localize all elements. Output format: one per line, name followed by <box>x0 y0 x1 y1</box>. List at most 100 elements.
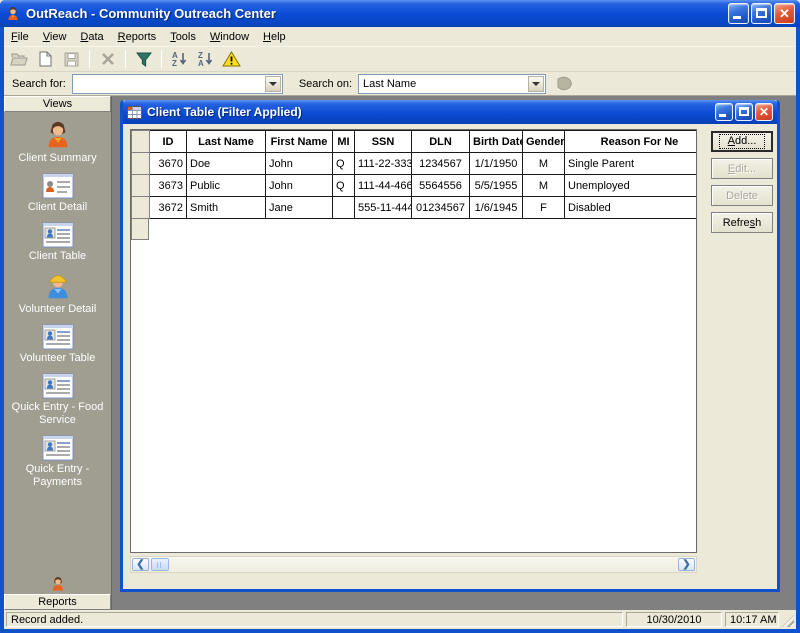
cell-dln[interactable]: 01234567 <box>412 197 470 219</box>
search-for-label: Search for: <box>12 78 66 90</box>
cell-reason[interactable]: Single Parent <box>565 153 698 175</box>
table-card-icon <box>42 435 74 461</box>
client-table-title-bar[interactable]: Client Table (Filter Applied) ✕ <box>123 100 777 124</box>
scroll-right-button[interactable]: ❯ <box>678 558 695 571</box>
save-button <box>60 48 83 70</box>
filter-funnel-icon <box>136 52 152 67</box>
menu-view[interactable]: View <box>36 29 74 45</box>
row-selector[interactable] <box>132 153 150 175</box>
filter-button[interactable] <box>132 48 155 70</box>
volunteer-person-icon <box>43 271 73 301</box>
column-header-birth-date[interactable]: Birth Date <box>470 131 523 153</box>
menu-tools[interactable]: Tools <box>163 29 203 45</box>
cell-last-name[interactable]: Smith <box>187 197 266 219</box>
cell-mi[interactable]: Q <box>333 153 355 175</box>
sidebar-item-client-table[interactable]: Client Table <box>6 222 110 263</box>
menu-help[interactable]: Help <box>256 29 293 45</box>
cell-first-name[interactable]: John <box>266 153 333 175</box>
delete-button: Delete <box>711 185 773 206</box>
cell-last-name[interactable]: Public <box>187 175 266 197</box>
cell-birth-date[interactable]: 5/5/1955 <box>470 175 523 197</box>
cell-ssn[interactable]: 555-11-4444 <box>355 197 412 219</box>
warning-button[interactable] <box>220 48 243 70</box>
cell-gender[interactable]: M <box>523 153 565 175</box>
cell-reason[interactable]: Unemployed <box>565 175 698 197</box>
column-header-dln[interactable]: DLN <box>412 131 470 153</box>
chevron-down-icon[interactable] <box>265 76 281 92</box>
sidebar-item-client-detail[interactable]: Client Detail <box>6 173 110 214</box>
search-go-icon <box>555 76 573 92</box>
client-table-window: Client Table (Filter Applied) ✕ <box>120 100 780 592</box>
column-header-last-name[interactable]: Last Name <box>187 131 266 153</box>
column-header-mi[interactable]: MI <box>333 131 355 153</box>
inner-minimize-button[interactable] <box>715 103 733 121</box>
edit-button: Edit... <box>711 158 773 179</box>
column-header-ssn[interactable]: SSN <box>355 131 412 153</box>
column-header-reason[interactable]: Reason For Ne <box>565 131 698 153</box>
title-bar[interactable]: OutReach - Community Outreach Center ✕ <box>0 0 800 27</box>
sort-ascending-icon: AZ <box>171 51 188 67</box>
cell-ssn[interactable]: 111-44-4666 <box>355 175 412 197</box>
cell-first-name[interactable]: John <box>266 175 333 197</box>
select-all-cell[interactable] <box>132 131 150 153</box>
column-header-gender[interactable]: Gender <box>523 131 565 153</box>
cell-gender[interactable]: M <box>523 175 565 197</box>
views-section-button[interactable]: Views <box>4 96 111 112</box>
menu-file[interactable]: File <box>4 29 36 45</box>
cell-gender[interactable]: F <box>523 197 565 219</box>
sidebar-item-client-summary[interactable]: Client Summary <box>6 120 110 165</box>
inner-close-button[interactable]: ✕ <box>755 103 773 121</box>
sidebar-item-quick-entry-payments[interactable]: Quick Entry - Payments <box>6 435 110 489</box>
row-selector[interactable] <box>132 175 150 197</box>
column-header-first-name[interactable]: First Name <box>266 131 333 153</box>
search-for-input[interactable] <box>72 74 283 94</box>
sort-descending-button[interactable]: ZA <box>194 48 217 70</box>
add-button[interactable]: Add... <box>711 131 773 152</box>
resize-grip[interactable] <box>782 615 794 627</box>
inner-maximize-button[interactable] <box>735 103 753 121</box>
cell-reason[interactable]: Disabled <box>565 197 698 219</box>
chevron-down-icon[interactable] <box>528 76 544 92</box>
cell-dln[interactable]: 5564556 <box>412 175 470 197</box>
row-selector[interactable] <box>132 197 150 219</box>
cell-first-name[interactable]: Jane <box>266 197 333 219</box>
menu-data[interactable]: Data <box>73 29 110 45</box>
minimize-button[interactable] <box>728 3 749 24</box>
menu-bar: File View Data Reports Tools Window Help <box>4 27 796 46</box>
datasheet-icon <box>127 106 142 119</box>
horizontal-scrollbar[interactable]: ❮ ❯ <box>130 556 697 573</box>
cell-mi[interactable]: Q <box>333 175 355 197</box>
client-person-icon <box>43 120 73 150</box>
reports-section-button[interactable]: Reports <box>4 594 111 610</box>
warning-triangle-icon <box>222 51 241 67</box>
new-row-selector[interactable] <box>131 218 149 240</box>
maximize-button[interactable] <box>751 3 772 24</box>
cell-id[interactable]: 3673 <box>150 175 187 197</box>
sidebar-item-volunteer-detail[interactable]: Volunteer Detail <box>6 271 110 316</box>
cell-id[interactable]: 3670 <box>150 153 187 175</box>
scroll-left-button[interactable]: ❮ <box>132 558 149 571</box>
column-header-id[interactable]: ID <box>150 131 187 153</box>
sidebar-item-volunteer-table[interactable]: Volunteer Table <box>6 324 110 365</box>
cell-last-name[interactable]: Doe <box>187 153 266 175</box>
cell-birth-date[interactable]: 1/1/1950 <box>470 153 523 175</box>
menu-window[interactable]: Window <box>203 29 256 45</box>
cell-ssn[interactable]: 111-22-3333 <box>355 153 412 175</box>
cell-id[interactable]: 3672 <box>150 197 187 219</box>
cell-mi[interactable] <box>333 197 355 219</box>
refresh-button[interactable]: Refresh <box>711 212 773 233</box>
cell-birth-date[interactable]: 1/6/1945 <box>470 197 523 219</box>
application-window: OutReach - Community Outreach Center ✕ F… <box>0 0 800 633</box>
menu-reports[interactable]: Reports <box>111 29 164 45</box>
search-on-select[interactable]: Last Name <box>358 74 546 94</box>
toolbar-separator <box>161 50 162 68</box>
svg-text:A: A <box>198 59 204 67</box>
client-table-window-title: Client Table (Filter Applied) <box>147 105 715 119</box>
sort-ascending-button[interactable]: AZ <box>168 48 191 70</box>
scrollbar-thumb[interactable] <box>151 558 169 571</box>
cell-dln[interactable]: 1234567 <box>412 153 470 175</box>
close-button[interactable]: ✕ <box>774 3 795 24</box>
delete-record-button <box>96 48 119 70</box>
new-record-button[interactable] <box>34 48 57 70</box>
sidebar-item-quick-entry-food-service[interactable]: Quick Entry - Food Service <box>6 373 110 427</box>
